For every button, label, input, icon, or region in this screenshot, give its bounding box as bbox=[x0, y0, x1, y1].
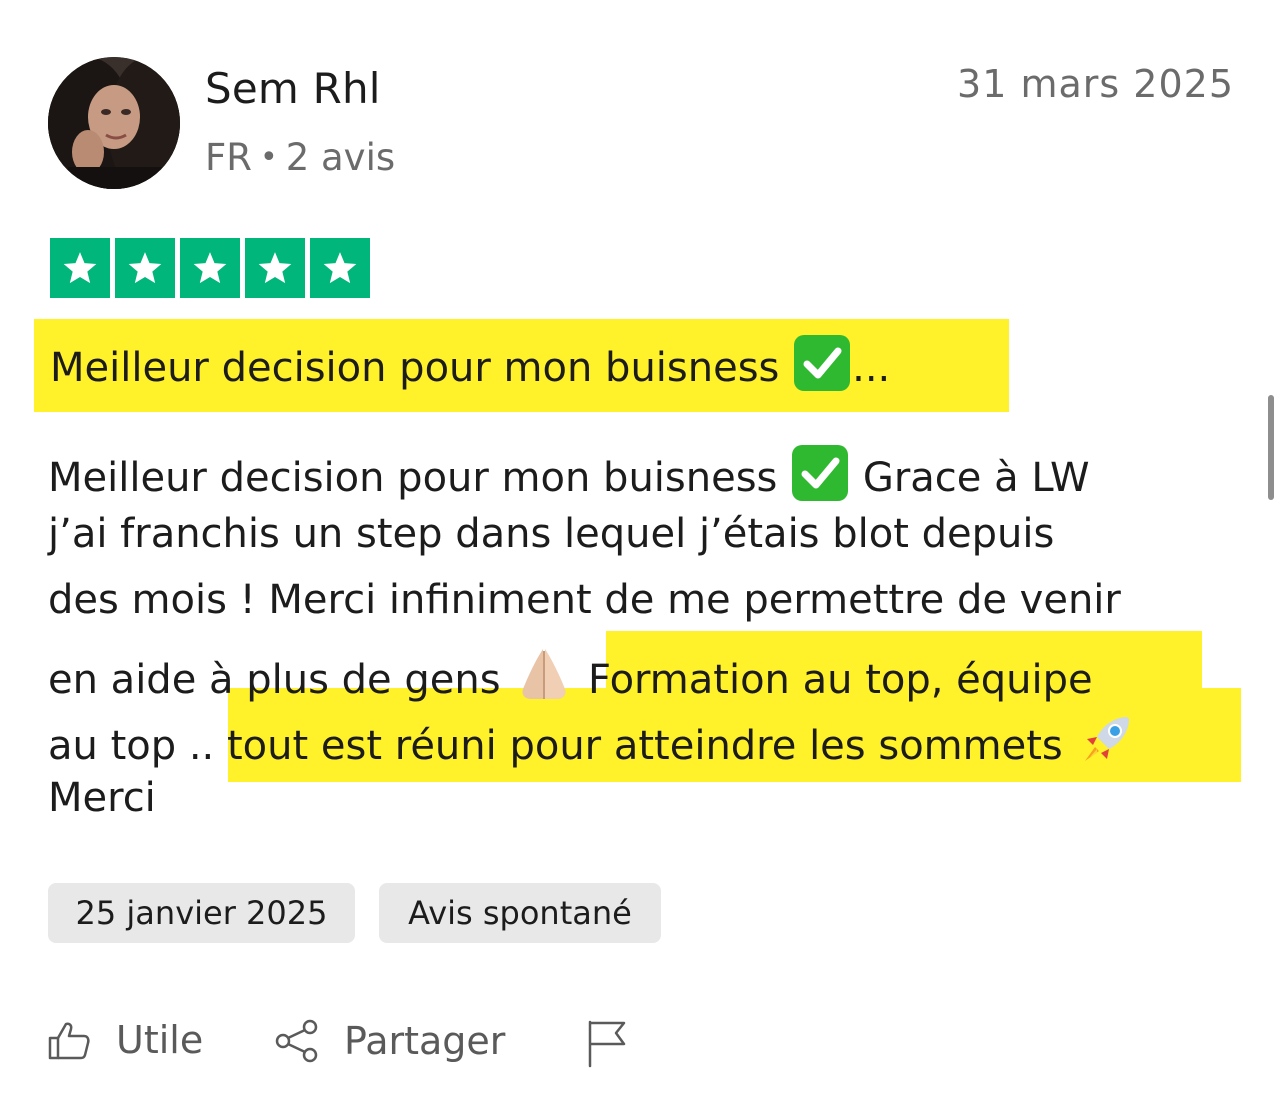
review-body-text: Grace à LW bbox=[862, 455, 1090, 501]
review-body-text: Meilleur decision pour mon buisness bbox=[48, 455, 778, 501]
review-body-text: tout est réuni pour atteindre les sommet… bbox=[227, 723, 1063, 769]
review-body-text: au top .. bbox=[48, 723, 215, 769]
report-button[interactable] bbox=[584, 1018, 630, 1068]
star-rating bbox=[50, 238, 370, 298]
meta-separator: • bbox=[260, 140, 278, 175]
review-type-tag[interactable]: Avis spontané bbox=[379, 883, 661, 943]
review-body-text: Formation au top, équipe bbox=[588, 657, 1093, 703]
experience-date-tag: 25 janvier 2025 bbox=[48, 883, 355, 943]
review-body-line: Meilleur decision pour mon buisness Grac… bbox=[48, 445, 1090, 501]
scrollbar[interactable] bbox=[1268, 395, 1274, 500]
review-body-text: en aide à plus de gens bbox=[48, 657, 501, 703]
star-icon bbox=[245, 238, 305, 298]
rocket-emoji bbox=[1075, 709, 1137, 771]
reviewer-name[interactable]: Sem Rhl bbox=[205, 64, 381, 113]
check-mark-emoji bbox=[792, 445, 849, 501]
review-date: 31 mars 2025 bbox=[957, 62, 1234, 106]
review-body-line: au top .. tout est réuni pour atteindre … bbox=[48, 709, 1137, 771]
star-icon bbox=[180, 238, 240, 298]
flag-icon bbox=[584, 1018, 630, 1068]
useful-label: Utile bbox=[116, 1018, 204, 1062]
review-title-text: Meilleur decision pour mon buisness bbox=[50, 345, 780, 391]
reviewer-review-count: 2 avis bbox=[285, 136, 396, 179]
review-title[interactable]: Meilleur decision pour mon buisness ... bbox=[50, 335, 890, 391]
avatar bbox=[48, 57, 180, 189]
share-button[interactable]: Partager bbox=[274, 1018, 505, 1064]
check-mark-emoji bbox=[794, 335, 851, 391]
review-body-line: en aide à plus de gens Formation au top,… bbox=[48, 643, 1093, 705]
reviewer-country: FR bbox=[205, 136, 252, 179]
folded-hands-emoji bbox=[513, 643, 575, 705]
review-body-line: des mois ! Merci infiniment de me permet… bbox=[48, 577, 1121, 623]
reviewer-meta: FR • 2 avis bbox=[205, 136, 395, 179]
thumbs-up-icon bbox=[48, 1018, 92, 1062]
review-body-line: j’ai franchis un step dans lequel j’étai… bbox=[48, 511, 1055, 557]
star-icon bbox=[50, 238, 110, 298]
star-icon bbox=[115, 238, 175, 298]
share-icon bbox=[274, 1018, 320, 1064]
review-title-ellipsis: ... bbox=[852, 345, 891, 391]
share-label: Partager bbox=[344, 1019, 506, 1063]
review-body-line: Merci bbox=[48, 775, 156, 821]
star-icon bbox=[310, 238, 370, 298]
useful-button[interactable]: Utile bbox=[48, 1018, 203, 1062]
